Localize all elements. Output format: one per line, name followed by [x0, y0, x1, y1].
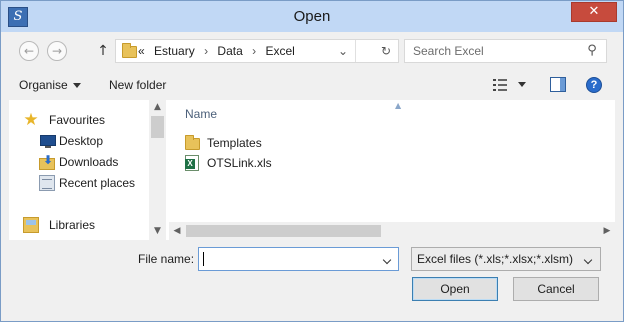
sidebar-item-label: Favourites [49, 113, 106, 127]
sidebar-item-label: Libraries [49, 218, 96, 232]
sidebar-item-label: Desktop [59, 134, 104, 148]
horizontal-scrollbar[interactable]: ◀ ▶ [169, 222, 615, 240]
address-divider [355, 40, 356, 62]
scroll-left-button[interactable]: ◀ [169, 224, 185, 238]
breadcrumb-overflow[interactable]: « [138, 44, 145, 58]
forward-button[interactable]: → [47, 41, 67, 61]
text-cursor [203, 252, 204, 266]
search-input[interactable]: Search Excel ⚲ [404, 39, 607, 63]
chevron-down-icon[interactable] [518, 82, 526, 87]
scroll-up-button[interactable]: ▲ [149, 100, 166, 114]
file-name-label: File name: [138, 252, 195, 266]
breadcrumb-excel[interactable]: Excel [265, 44, 294, 58]
sort-ascending-icon: ▲ [395, 101, 402, 110]
search-placeholder: Search Excel [413, 44, 484, 58]
back-button[interactable]: ← [19, 41, 39, 61]
desktop-icon [40, 135, 56, 148]
organise-label: Organise [19, 78, 68, 92]
recent-places-icon [39, 175, 55, 191]
scroll-down-button[interactable]: ▼ [149, 224, 166, 238]
search-icon[interactable]: ⚲ [584, 43, 600, 59]
folder-icon [185, 135, 200, 150]
file-name: OTSLink.xls [207, 156, 272, 170]
file-type-select[interactable]: Excel files (*.xls;*.xlsx;*.xlsm) [411, 247, 601, 271]
chevron-down-icon [72, 83, 81, 88]
star-icon: ★ [23, 110, 39, 130]
browser-area: ★ Favourites Desktop ⬇ Downloads Recent … [9, 100, 615, 240]
navigation-scrollbar[interactable]: ▲ ▼ [149, 100, 166, 240]
address-bar[interactable]: « Estuary › Data › Excel ⌄ ↻ [115, 39, 399, 63]
chevron-right-icon[interactable]: › [252, 44, 256, 58]
file-type-value: Excel files (*.xls;*.xlsx;*.xlsm) [417, 252, 574, 266]
scrollbar-thumb[interactable] [186, 225, 381, 237]
sidebar-item-label: Recent places [59, 176, 136, 190]
scroll-right-button[interactable]: ▶ [599, 224, 615, 238]
scrollbar-thumb[interactable] [151, 116, 164, 138]
organise-button[interactable]: Organise [19, 70, 81, 100]
dialog-title: Open [293, 8, 331, 25]
file-list: ▲ Name Templates OTSLink.xls ◀ ▶ [169, 100, 615, 240]
new-folder-button[interactable]: New folder [109, 70, 166, 100]
chevron-down-icon[interactable] [583, 248, 595, 270]
close-button[interactable]: ✕ [571, 2, 617, 22]
dialog-content: ← → ↑ « Estuary › Data › Excel ⌄ ↻ Searc… [9, 32, 615, 315]
refresh-button[interactable]: ↻ [375, 40, 397, 62]
open-button[interactable]: Open [412, 277, 498, 301]
breadcrumb-estuary[interactable]: Estuary [154, 44, 195, 58]
excel-file-icon [185, 155, 199, 171]
download-arrow-icon: ⬇ [43, 153, 54, 167]
chevron-right-icon[interactable]: › [204, 44, 208, 58]
breadcrumb-data[interactable]: Data [217, 44, 242, 58]
cancel-button[interactable]: Cancel [513, 277, 599, 301]
title-bar: S Open ✕ [1, 1, 623, 32]
column-header-row: ▲ Name [169, 100, 615, 126]
navigation-pane: ★ Favourites Desktop ⬇ Downloads Recent … [9, 100, 149, 240]
address-dropdown-button[interactable]: ⌄ [332, 40, 354, 62]
file-name: Templates [207, 136, 262, 150]
file-name-field[interactable] [198, 247, 399, 271]
chevron-down-icon[interactable] [382, 248, 394, 270]
sidebar-item-label: Downloads [59, 155, 119, 169]
open-dialog: S Open ✕ ← → ↑ « Estuary › Data › Excel … [0, 0, 624, 322]
preview-pane-icon[interactable] [550, 77, 566, 92]
view-options-icon[interactable] [493, 77, 509, 93]
column-header-name[interactable]: Name [185, 107, 217, 121]
breadcrumb: « Estuary › Data › Excel [138, 40, 301, 62]
downloads-folder-icon: ⬇ [39, 154, 55, 170]
libraries-icon [23, 217, 39, 233]
help-icon[interactable]: ? [586, 77, 602, 93]
up-one-level-button[interactable]: ↑ [95, 41, 111, 61]
command-bar: Organise New folder ? [9, 70, 615, 100]
folder-icon [122, 43, 137, 58]
